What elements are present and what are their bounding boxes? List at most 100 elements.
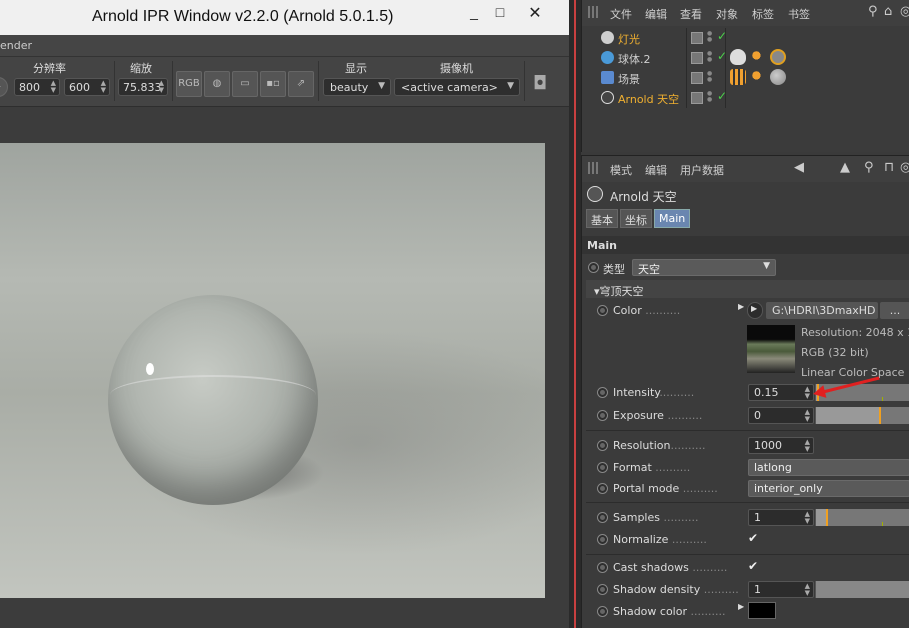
menu-mode[interactable]: 模式 [610,162,632,178]
slider-thumb[interactable] [879,407,881,424]
search-icon[interactable]: ⚲ [864,160,874,175]
menu-render[interactable]: ender [0,39,32,52]
render-view[interactable] [0,143,545,598]
anim-radio[interactable] [597,562,608,573]
globe-icon[interactable]: ◍ [204,71,230,97]
anim-radio[interactable] [597,483,608,494]
cursor-icon[interactable]: ▲ [840,160,850,175]
normalize-checkbox[interactable]: ✔ [748,531,758,545]
expand-arrow-icon[interactable]: ▶ [738,602,744,611]
rgb-button[interactable]: RGB [176,71,202,97]
object-row-arnold-sky[interactable]: Arnold 天空 ● ● ✓ [582,88,909,108]
hdri-thumbnail[interactable] [747,325,795,373]
window-splitter[interactable] [569,0,581,628]
anim-radio[interactable] [597,410,608,421]
film-tag-icon[interactable] [730,69,746,85]
exposure-field[interactable]: 0 ▲ ▼ [748,407,814,424]
play-icon[interactable]: ▶ [747,302,763,319]
visibility-dots[interactable]: ● ● [707,71,713,83]
anim-radio[interactable] [597,584,608,595]
menu-tags[interactable]: 标签 [752,6,774,22]
resolution-width-field[interactable]: 800 ▲ ▼ [14,78,60,96]
anim-radio[interactable] [597,305,608,316]
menu-edit[interactable]: 编辑 [645,6,667,22]
texture-path-field[interactable]: G:\HDRI\3DmaxHD [766,302,878,319]
grip-icon[interactable] [588,6,600,18]
shadow-density-slider[interactable] [815,581,909,598]
anim-radio[interactable] [597,387,608,398]
resolution-field[interactable]: 1000 ▲ ▼ [748,437,814,454]
tab-basic[interactable]: 基本 [586,209,618,228]
menu-file[interactable]: 文件 [610,6,632,22]
menu-edit[interactable]: 编辑 [645,162,667,178]
anim-radio[interactable] [588,262,599,273]
anim-radio[interactable] [597,512,608,523]
object-row-sphere[interactable]: 球体.2 ● ● ✓ [582,48,909,68]
intensity-slider[interactable] [815,384,909,401]
region-icon[interactable]: ▭ [232,71,258,97]
grip-icon[interactable] [588,162,600,174]
layer-swatch[interactable] [691,92,703,104]
object-row-light[interactable]: 灯光 ● ● ✓ [582,28,909,48]
visibility-dots[interactable]: ● ● [707,91,713,103]
visibility-dots[interactable]: ● ● [707,31,713,43]
object-name[interactable]: Arnold 天空 [618,91,679,107]
target-icon[interactable]: ◎ [900,160,909,175]
camera-dropdown[interactable]: <active camera> ▼ [394,78,520,96]
close-button[interactable]: ✕ [513,3,557,25]
maximize-button[interactable]: □ [487,4,513,20]
object-row-scene[interactable]: 场景 ● ● [582,68,909,88]
material-ball-icon[interactable] [770,69,786,85]
zoom-field[interactable]: 75.833 ▲ ▼ [118,78,168,96]
play-button[interactable]: ▶ [0,77,8,97]
minimize-button[interactable]: _ [461,4,487,20]
selected-material-icon[interactable] [770,49,786,65]
camera-icon[interactable]: ◘ [533,73,547,94]
phong-tag-icon[interactable] [750,69,766,85]
anim-radio[interactable] [597,462,608,473]
menu-view[interactable]: 查看 [680,6,702,22]
browse-button[interactable]: ... [880,302,909,319]
tab-coord[interactable]: 坐标 [620,209,652,228]
layer-swatch[interactable] [691,32,703,44]
samples-field[interactable]: 1 ▲ ▼ [748,509,814,526]
anim-radio[interactable] [597,606,608,617]
layer-swatch[interactable] [691,72,703,84]
enabled-check[interactable]: ✓ [717,89,727,103]
type-dropdown[interactable]: 天空 ▼ [632,259,776,276]
anim-radio[interactable] [597,534,608,545]
compare-icon[interactable]: ▪▫ [260,71,286,97]
enabled-check[interactable]: ✓ [717,49,727,63]
menu-user-data[interactable]: 用户数据 [680,162,724,178]
exposure-slider[interactable] [815,407,909,424]
home-icon[interactable]: ⌂ [884,4,892,19]
object-name[interactable]: 灯光 [618,31,640,47]
samples-slider[interactable] [815,509,909,526]
cast-shadows-checkbox[interactable]: ✔ [748,559,758,573]
menu-object[interactable]: 对象 [716,6,738,22]
shadow-color-swatch[interactable] [748,602,776,619]
search-icon[interactable]: ⚲ [868,4,878,19]
display-dropdown[interactable]: beauty ▼ [323,78,391,96]
object-name[interactable]: 场景 [618,71,640,87]
menu-bookmarks[interactable]: 书签 [788,6,810,22]
subsection-header[interactable]: ▾穹顶天空 [586,280,909,298]
visibility-dots[interactable]: ● ● [707,51,713,63]
target-icon[interactable]: ◎ [900,4,909,19]
object-name[interactable]: 球体.2 [618,51,651,67]
resolution-height-field[interactable]: 600 ▲ ▼ [64,78,110,96]
export-icon[interactable]: ⇗ [288,71,314,97]
shadow-density-field[interactable]: 1 ▲ ▼ [748,581,814,598]
anim-radio[interactable] [597,440,608,451]
material-tag-icon[interactable] [730,49,746,65]
lock-icon[interactable]: ⊓ [884,160,894,175]
portal-mode-dropdown[interactable]: interior_only [748,480,909,497]
slider-thumb[interactable] [826,509,828,526]
expand-arrow-icon[interactable]: ▶ [738,302,744,311]
layer-swatch[interactable] [691,52,703,64]
tab-main[interactable]: Main [654,209,691,228]
intensity-field[interactable]: 0.15 ▲ ▼ [748,384,814,401]
phong-tag-icon[interactable] [750,49,766,65]
back-arrow-icon[interactable]: ◀ [794,160,804,175]
format-dropdown[interactable]: latlong [748,459,909,476]
